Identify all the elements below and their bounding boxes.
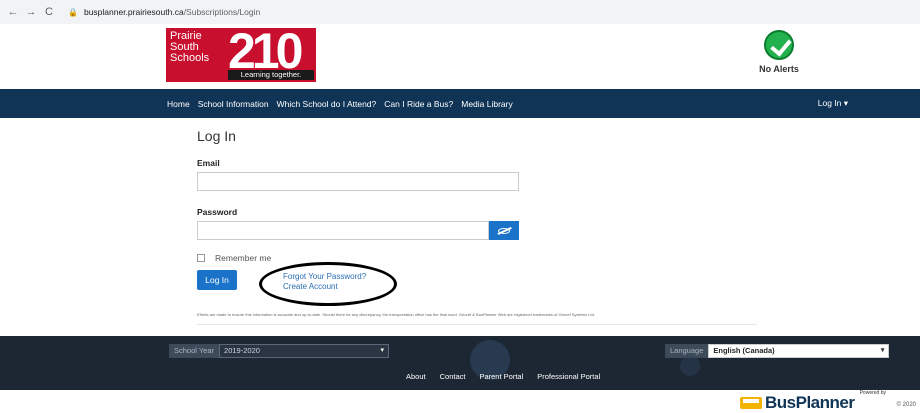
school-year-select[interactable]: 2019-2020 ▾	[219, 344, 390, 358]
language-label: Language	[665, 344, 709, 358]
toggle-password-button[interactable]	[489, 221, 519, 240]
footer-link-parent-portal[interactable]: Parent Portal	[479, 372, 523, 381]
nav-links: Home School Information Which School do …	[167, 89, 513, 118]
logo-text: Prairie South Schools	[170, 30, 210, 64]
school-year-value: 2019-2020	[224, 346, 260, 355]
url-host: busplanner.prairiesouth.ca	[83, 7, 184, 17]
login-form: Log In Email Password Remember me Log In…	[197, 128, 757, 317]
browser-toolbar: ← → C 🔒 busplanner.prairiesouth.ca /Subs…	[0, 0, 920, 24]
footer-link-about[interactable]: About	[406, 372, 426, 381]
chevron-down-icon: ▾	[380, 347, 385, 354]
nav-item-which-school[interactable]: Which School do I Attend?	[277, 99, 377, 109]
login-dropdown[interactable]: Log In ▾	[818, 89, 848, 118]
alerts-label: No Alerts	[759, 64, 799, 74]
remember-me-label: Remember me	[215, 253, 272, 263]
busplanner-logo[interactable]: BusPlanner	[740, 393, 855, 412]
remember-me[interactable]: Remember me	[197, 253, 757, 263]
disclaimer-text: Efforts are made to ensure this informat…	[197, 312, 595, 317]
forward-arrow-icon[interactable]: →	[24, 6, 38, 18]
prairie-south-logo[interactable]: Prairie South Schools 210 Learning toget…	[166, 25, 316, 82]
back-arrow-icon[interactable]: ←	[6, 6, 20, 18]
password-label: Password	[197, 207, 238, 217]
url-path: /Subscriptions/Login	[183, 7, 261, 17]
eye-slash-icon	[498, 227, 510, 234]
nav-item-media-library[interactable]: Media Library	[461, 99, 513, 109]
bus-icon	[740, 396, 762, 409]
school-year-selector: School Year 2019-2020 ▾	[169, 344, 390, 358]
footer-link-professional-portal[interactable]: Professional Portal	[537, 372, 600, 381]
language-value: English (Canada)	[713, 346, 775, 355]
email-field[interactable]	[197, 172, 519, 191]
footer-link-contact[interactable]: Contact	[440, 372, 466, 381]
site-footer: School Year 2019-2020 ▾ Language English…	[0, 336, 920, 390]
chevron-down-icon: ▾	[880, 347, 885, 354]
copyright: © 2020	[896, 402, 916, 408]
check-circle-icon	[764, 30, 794, 60]
language-select[interactable]: English (Canada) ▾	[708, 344, 890, 358]
school-year-label: School Year	[169, 344, 220, 358]
nav-item-home[interactable]: Home	[167, 99, 190, 109]
powered-by: Powered by BusPlanner © 2020	[740, 390, 920, 413]
page-title: Log In	[197, 128, 236, 144]
alerts-status[interactable]: No Alerts	[754, 30, 804, 74]
create-account-link[interactable]: Create Account	[283, 282, 366, 292]
login-button[interactable]: Log In	[197, 270, 237, 290]
content-divider	[197, 324, 757, 325]
remember-me-checkbox[interactable]	[197, 254, 205, 262]
site-header: Prairie South Schools 210 Learning toget…	[0, 24, 920, 86]
busplanner-brand: BusPlanner	[765, 393, 855, 412]
email-label: Email	[197, 158, 220, 168]
account-links: Forgot Your Password? Create Account	[283, 272, 366, 292]
forgot-password-link[interactable]: Forgot Your Password?	[283, 272, 366, 282]
main-navigation: Home School Information Which School do …	[0, 89, 920, 118]
language-selector: Language English (Canada) ▾	[665, 344, 890, 358]
nav-item-school-information[interactable]: School Information	[198, 99, 269, 109]
nav-item-can-i-ride-a-bus[interactable]: Can I Ride a Bus?	[384, 99, 453, 109]
address-bar[interactable]: 🔒 busplanner.prairiesouth.ca /Subscripti…	[68, 7, 260, 17]
password-row	[197, 221, 757, 240]
powered-by-label: Powered by	[859, 390, 886, 396]
reload-icon[interactable]: C	[42, 6, 56, 18]
logo-tagline: Learning together.	[228, 70, 314, 80]
password-field[interactable]	[197, 221, 489, 240]
lock-icon: 🔒	[68, 7, 78, 17]
footer-links: About Contact Parent Portal Professional…	[406, 372, 600, 381]
